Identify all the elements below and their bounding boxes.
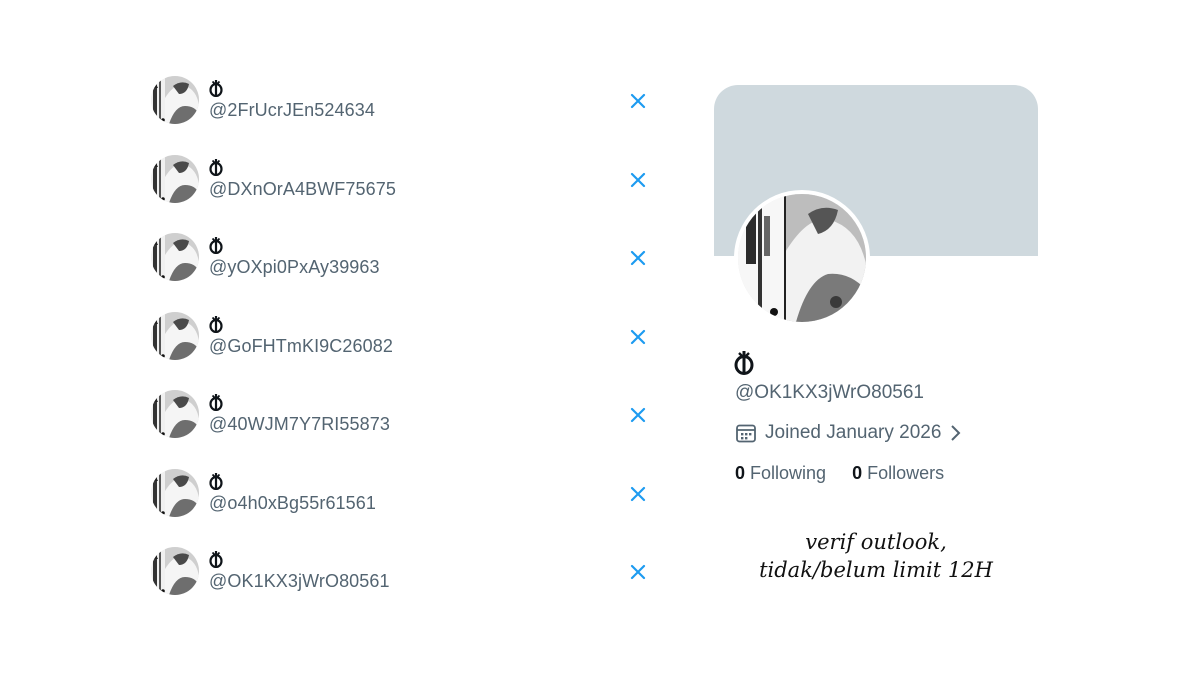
account-handle: @yOXpi0PxAy39963 — [209, 257, 380, 277]
remove-account-button[interactable] — [629, 406, 647, 424]
account-text: @OK1KX3jWrO80561 — [209, 545, 390, 591]
profile-card: @OK1KX3jWrO80561 Joined January 2026 0 F… — [714, 85, 1038, 555]
following-link[interactable]: 0 Following — [735, 463, 826, 484]
followers-link[interactable]: 0 Followers — [852, 463, 944, 484]
close-icon — [630, 172, 646, 187]
account-handle: @DXnOrA4BWF75675 — [209, 178, 396, 199]
chevron-right-icon — [951, 425, 961, 441]
close-icon — [630, 250, 646, 266]
following-count: 0 — [735, 463, 746, 483]
avatar[interactable] — [151, 390, 199, 438]
close-icon — [630, 93, 646, 109]
account-handle: @o4h0xBg55r61561 — [209, 492, 377, 513]
account-text: @GoFHTmKI9C26082 — [209, 310, 393, 356]
remove-account-button[interactable] — [629, 563, 647, 581]
account-row[interactable]: @GoFHTmKI9C26082 — [151, 310, 661, 389]
remove-account-button[interactable] — [629, 328, 647, 346]
name-glyph-icon — [209, 551, 223, 568]
account-row[interactable]: @o4h0xBg55r61561 — [151, 467, 661, 546]
name-glyph-icon — [734, 351, 754, 375]
profile-handle: @OK1KX3jWrO80561 — [735, 382, 924, 403]
account-handle: @GoFHTmKI9C26082 — [209, 335, 393, 356]
account-list: @2FrUcrJEn524634 @DXnOrA4BWF75675 @yOXpi0P… — [151, 74, 661, 624]
stage: @2FrUcrJEn524634 @DXnOrA4BWF75675 @yOXpi0P… — [0, 0, 1200, 675]
followers-label: Followers — [867, 463, 945, 483]
remove-account-button[interactable] — [629, 485, 647, 503]
account-row[interactable]: @yOXpi0PxAy39963 — [151, 231, 661, 310]
profile-avatar-image — [738, 194, 866, 322]
caption-line-1: verif outlook, — [805, 530, 947, 554]
avatar[interactable] — [151, 547, 199, 595]
remove-account-button[interactable] — [629, 249, 647, 267]
account-row[interactable]: @2FrUcrJEn524634 — [151, 74, 661, 153]
name-glyph-icon — [209, 472, 223, 490]
joined-label: Joined January 2026 — [765, 422, 942, 443]
account-text: @DXnOrA4BWF75675 — [209, 153, 396, 199]
name-glyph-icon — [209, 394, 223, 411]
close-icon — [630, 564, 646, 580]
name-glyph-icon — [209, 80, 223, 97]
avatar[interactable] — [151, 76, 199, 124]
account-text: @40WJM7Y7RI55873 — [209, 388, 390, 434]
account-text: @o4h0xBg55r61561 — [209, 467, 376, 513]
close-icon — [630, 486, 646, 501]
account-row[interactable]: @OK1KX3jWrO80561 — [151, 545, 661, 624]
name-glyph-icon — [209, 315, 223, 333]
avatar[interactable] — [151, 311, 199, 360]
avatar[interactable] — [151, 468, 199, 517]
account-row[interactable]: @40WJM7Y7RI55873 — [151, 388, 661, 467]
account-text: @yOXpi0PxAy39963 — [209, 231, 380, 277]
calendar-icon — [736, 424, 756, 443]
avatar[interactable] — [151, 233, 199, 281]
close-icon — [630, 329, 646, 344]
profile-avatar[interactable] — [734, 190, 870, 326]
avatar[interactable] — [151, 154, 199, 203]
name-glyph-icon — [209, 237, 223, 254]
followers-count: 0 — [852, 463, 863, 483]
account-row[interactable]: @DXnOrA4BWF75675 — [151, 153, 661, 232]
account-handle: @2FrUcrJEn524634 — [209, 100, 375, 120]
account-handle: @OK1KX3jWrO80561 — [209, 571, 390, 591]
joined-date[interactable]: Joined January 2026 — [735, 422, 961, 444]
close-icon — [630, 407, 646, 423]
account-text: @2FrUcrJEn524634 — [209, 74, 375, 120]
account-handle: @40WJM7Y7RI55873 — [209, 414, 390, 434]
remove-account-button[interactable] — [629, 92, 647, 110]
remove-account-button[interactable] — [629, 171, 647, 189]
following-label: Following — [750, 463, 827, 483]
name-glyph-icon — [209, 158, 223, 176]
caption-line-2: tidak/belum limit 12H — [759, 558, 993, 582]
caption-note: verif outlook, tidak/belum limit 12H — [714, 528, 1038, 584]
follow-stats: 0 Following 0 Followers — [735, 463, 970, 484]
